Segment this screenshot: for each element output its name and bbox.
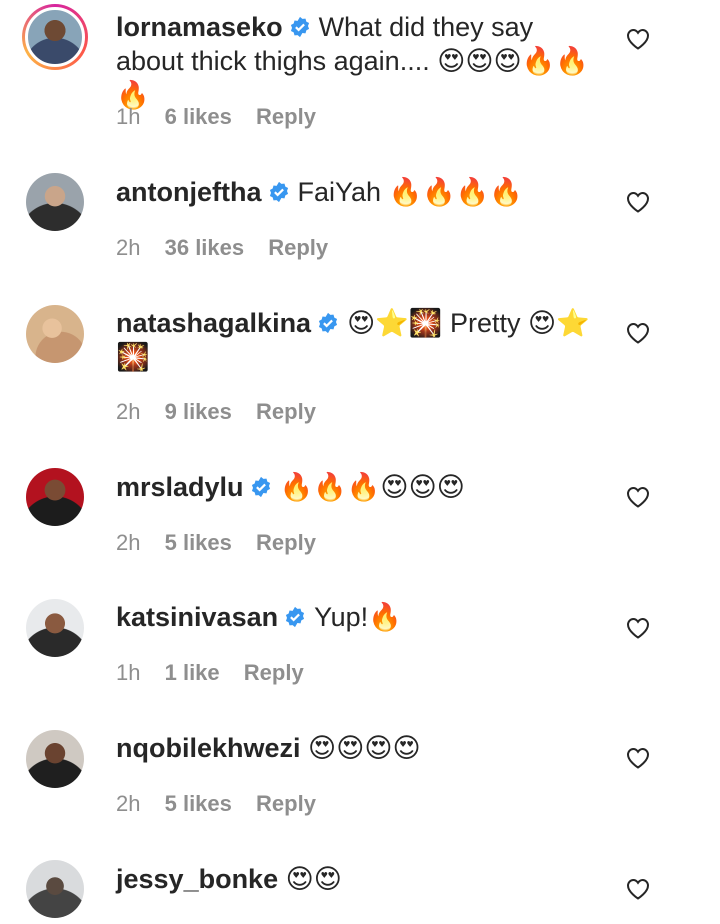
heart-outline-icon[interactable] — [626, 191, 650, 213]
comment-text: FaiYah 🔥🔥🔥🔥 — [297, 177, 524, 207]
username[interactable]: lornamaseko — [116, 12, 283, 42]
heart-outline-icon[interactable] — [626, 486, 650, 508]
likes-count[interactable]: 1 like — [165, 660, 220, 685]
comment-time: 1h — [116, 660, 141, 685]
comment-time: 2h — [116, 791, 141, 816]
reply-button[interactable]: Reply — [268, 235, 328, 260]
likes-count[interactable]: 9 likes — [165, 399, 232, 424]
reply-button[interactable]: Reply — [256, 791, 316, 816]
heart-outline-icon[interactable] — [626, 878, 650, 900]
avatar[interactable] — [26, 305, 84, 363]
avatar[interactable] — [26, 730, 84, 788]
username[interactable]: jessy_bonke — [116, 864, 278, 894]
reply-button[interactable]: Reply — [256, 399, 316, 424]
reply-button[interactable]: Reply — [256, 104, 316, 129]
username[interactable]: antonjeftha — [116, 177, 262, 207]
avatar[interactable] — [26, 599, 84, 657]
verified-badge-icon — [251, 476, 270, 498]
verified-badge-icon — [286, 606, 305, 628]
comment-time: 2h — [116, 530, 141, 555]
likes-count[interactable]: 5 likes — [165, 530, 232, 555]
avatar[interactable] — [26, 860, 84, 918]
comment-text: Yup!🔥 — [314, 602, 402, 632]
verified-badge-icon — [319, 312, 338, 334]
verified-badge-icon — [269, 181, 288, 203]
likes-count[interactable]: 5 likes — [165, 791, 232, 816]
reply-button[interactable]: Reply — [244, 660, 304, 685]
likes-count[interactable]: 36 likes — [165, 235, 245, 260]
comment-text: 😍😍 — [285, 864, 342, 894]
avatar[interactable] — [22, 4, 88, 70]
heart-outline-icon[interactable] — [626, 322, 650, 344]
heart-outline-icon[interactable] — [626, 28, 650, 50]
avatar[interactable] — [26, 173, 84, 231]
heart-outline-icon[interactable] — [626, 617, 650, 639]
comment-text: 😍😍😍😍 — [308, 733, 421, 763]
comment-time: 2h — [116, 235, 141, 260]
username[interactable]: katsinivasan — [116, 602, 278, 632]
avatar[interactable] — [26, 468, 84, 526]
username[interactable]: natashagalkina — [116, 308, 311, 338]
username[interactable]: nqobilekhwezi — [116, 733, 301, 763]
comment-time: 1h — [116, 104, 141, 129]
username[interactable]: mrsladylu — [116, 472, 244, 502]
heart-outline-icon[interactable] — [626, 747, 650, 769]
reply-button[interactable]: Reply — [256, 530, 316, 555]
likes-count[interactable]: 6 likes — [165, 104, 232, 129]
verified-badge-icon — [290, 16, 309, 38]
comment-time: 2h — [116, 399, 141, 424]
comment-text: 🔥🔥🔥😍😍😍 — [279, 472, 465, 502]
